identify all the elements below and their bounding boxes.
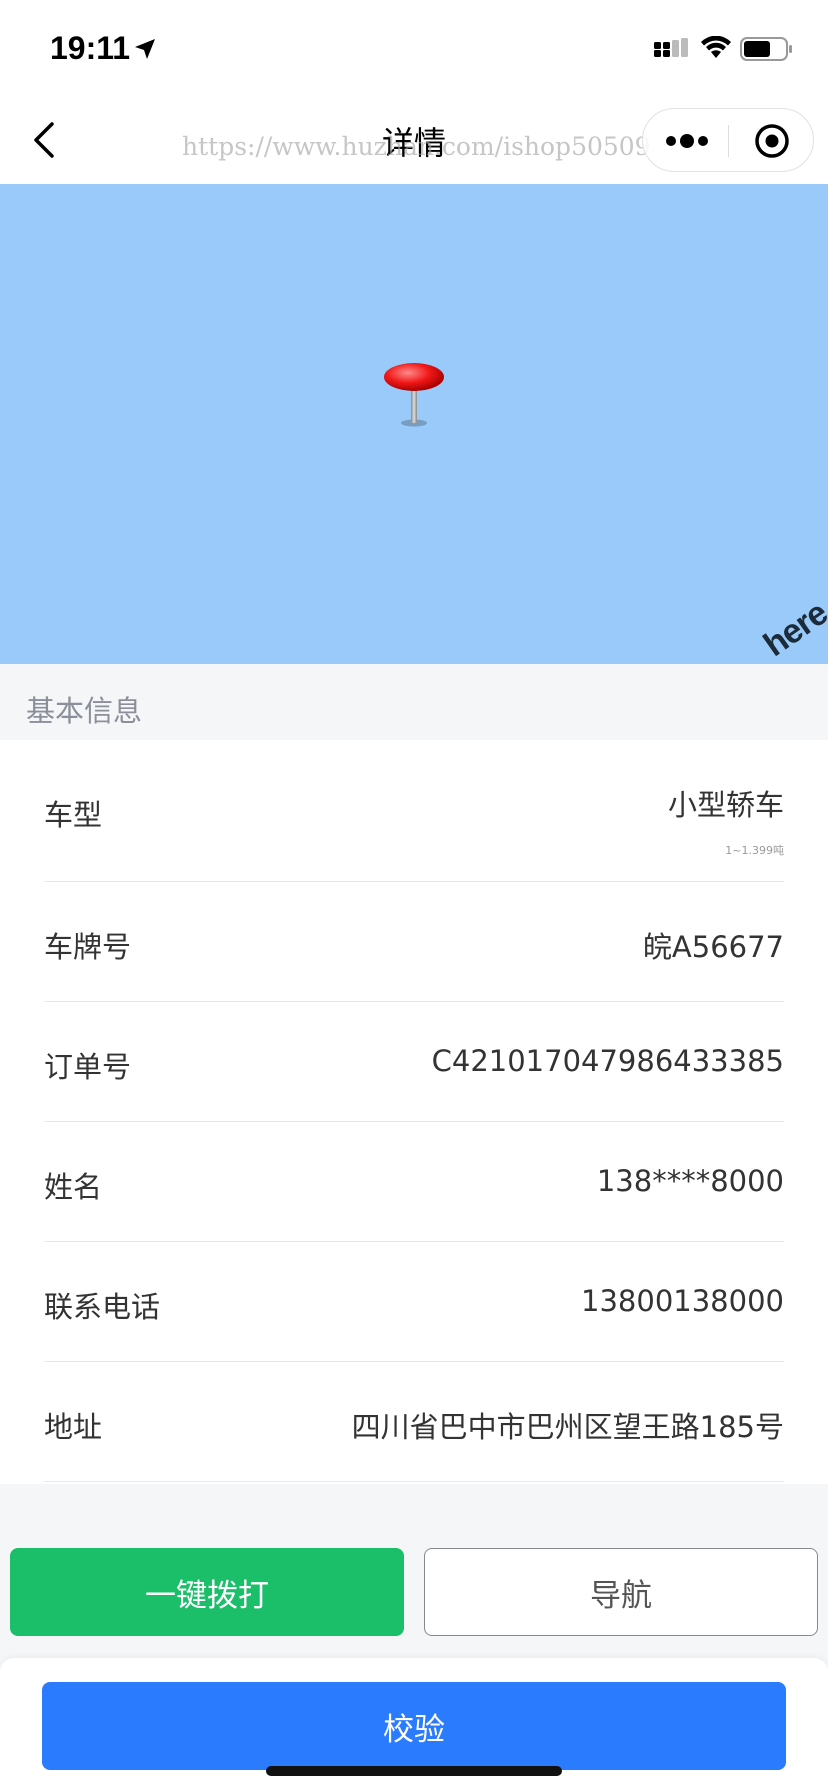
map-view[interactable]: here bbox=[0, 184, 828, 664]
battery-icon bbox=[740, 37, 792, 61]
home-indicator bbox=[266, 1766, 562, 1776]
info-row-order: 订单号 C421017047986433385 bbox=[44, 1002, 784, 1122]
watermark: https://www.huzhan.com/ishop50509 bbox=[182, 132, 651, 161]
info-label: 车牌号 bbox=[44, 930, 132, 964]
status-time: 19:11 bbox=[50, 30, 131, 66]
status-bar: 19:11 bbox=[0, 0, 828, 96]
info-row-address: 地址 四川省巴中市巴州区望王路185号 bbox=[44, 1362, 784, 1482]
info-label: 地址 bbox=[44, 1410, 103, 1444]
navigate-button[interactable]: 导航 bbox=[424, 1548, 818, 1636]
info-label: 联系电话 bbox=[44, 1290, 161, 1324]
map-provider-logo: here bbox=[756, 594, 828, 665]
info-value: C421017047986433385 bbox=[431, 1044, 784, 1078]
info-value[interactable]: 13800138000 bbox=[581, 1284, 784, 1318]
info-label: 姓名 bbox=[44, 1170, 103, 1204]
info-value: 皖A56677 bbox=[642, 930, 784, 964]
info-row-plate: 车牌号 皖A56677 bbox=[44, 882, 784, 1002]
call-button[interactable]: 一键拨打 bbox=[10, 1548, 404, 1636]
info-row-vehicle-type: 车型 小型轿车 1~1.399吨 bbox=[44, 740, 784, 882]
mini-program-capsule bbox=[642, 108, 814, 172]
info-list: 车型 小型轿车 1~1.399吨 车牌号 皖A56677 订单号 C421017… bbox=[0, 740, 828, 1484]
info-label: 车型 bbox=[44, 798, 103, 832]
info-row-phone: 联系电话 13800138000 bbox=[44, 1242, 784, 1362]
info-value: 小型轿车 bbox=[667, 788, 784, 822]
info-value: 四川省巴中市巴州区望王路185号 bbox=[351, 1410, 784, 1444]
info-row-name: 姓名 138****8000 bbox=[44, 1122, 784, 1242]
info-label: 订单号 bbox=[44, 1050, 132, 1084]
signal-icon bbox=[654, 38, 688, 57]
section-title: 基本信息 bbox=[26, 694, 143, 728]
map-pin-icon bbox=[384, 363, 444, 427]
nav-bar: 详情 https://www.huzhan.com/ishop50509 bbox=[0, 96, 828, 184]
info-sub-value: 1~1.399吨 bbox=[725, 844, 784, 857]
location-arrow-icon bbox=[135, 39, 155, 59]
target-circle-icon[interactable] bbox=[753, 122, 791, 160]
verify-button[interactable]: 校验 bbox=[42, 1682, 786, 1770]
more-dots-icon[interactable] bbox=[665, 129, 709, 153]
capsule-divider bbox=[728, 125, 729, 157]
section-header: 基本信息 bbox=[0, 664, 828, 740]
wifi-icon bbox=[701, 36, 731, 58]
info-value: 138****8000 bbox=[596, 1164, 784, 1198]
